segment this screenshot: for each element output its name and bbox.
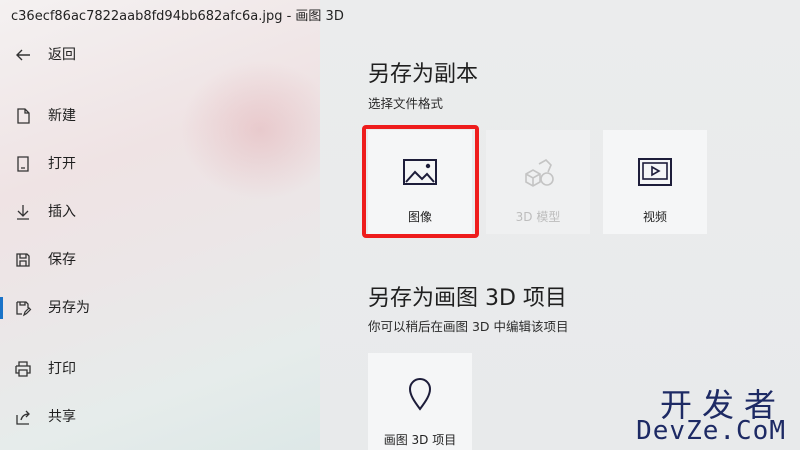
sidebar-item-back[interactable]: 返回: [0, 35, 320, 75]
sidebar-item-save-as[interactable]: 另存为: [0, 288, 320, 328]
window-title: c36ecf86ac7822aab8fd94bb682afc6a.jpg - 画…: [11, 9, 344, 24]
paint3d-project-icon: [408, 378, 432, 411]
printer-icon: [15, 361, 31, 377]
sidebar-item-label: 插入: [48, 204, 76, 220]
format-image-label: 图像: [407, 210, 432, 224]
watermark-line-2: DevZe.CoM: [636, 416, 786, 446]
paint3d-project-button[interactable]: 画图 3D 项目: [368, 353, 472, 450]
save-as-icon: [16, 301, 32, 317]
sidebar-item-save[interactable]: 保存: [0, 240, 320, 280]
sidebar-item-insert[interactable]: 插入: [0, 192, 320, 232]
new-file-icon: [17, 108, 30, 124]
video-icon: [638, 158, 672, 186]
3d-shapes-icon: [525, 159, 554, 187]
insert-download-icon: [17, 205, 29, 220]
sidebar-item-label: 打开: [48, 156, 76, 172]
sidebar-item-open[interactable]: 打开: [0, 144, 320, 184]
sidebar-item-label: 返回: [48, 47, 76, 63]
save-disk-icon: [16, 253, 30, 267]
format-video-button[interactable]: 视频: [603, 130, 707, 234]
sidebar-item-label: 共享: [48, 409, 76, 425]
format-video-label: 视频: [642, 210, 667, 224]
sidebar-item-label: 另存为: [48, 300, 90, 316]
sidebar-item-label: 打印: [48, 361, 76, 377]
format-3d-model-label: 3D 模型: [515, 210, 561, 224]
paint3d-project-label: 画图 3D 项目: [383, 433, 457, 447]
sidebar-item-print[interactable]: 打印: [0, 349, 320, 389]
sidebar-item-share[interactable]: 共享: [0, 397, 320, 437]
format-image-button[interactable]: 图像: [368, 130, 472, 234]
watermark: 开发者 DevZe.CoM: [634, 380, 790, 446]
save-copy-heading: 另存为副本: [368, 62, 479, 87]
save-project-heading: 另存为画图 3D 项目: [368, 286, 567, 311]
sidebar-item-new[interactable]: 新建: [0, 96, 320, 136]
open-file-icon: [17, 156, 29, 172]
sidebar-item-label: 新建: [48, 108, 76, 124]
save-project-subtitle: 你可以稍后在画图 3D 中编辑该项目: [368, 319, 569, 334]
image-icon: [403, 159, 437, 185]
sidebar-item-label: 保存: [48, 252, 76, 268]
save-copy-subtitle: 选择文件格式: [368, 96, 444, 111]
format-3d-model-button[interactable]: 3D 模型: [486, 130, 590, 234]
share-icon: [16, 410, 30, 425]
back-arrow-icon: [16, 49, 30, 61]
